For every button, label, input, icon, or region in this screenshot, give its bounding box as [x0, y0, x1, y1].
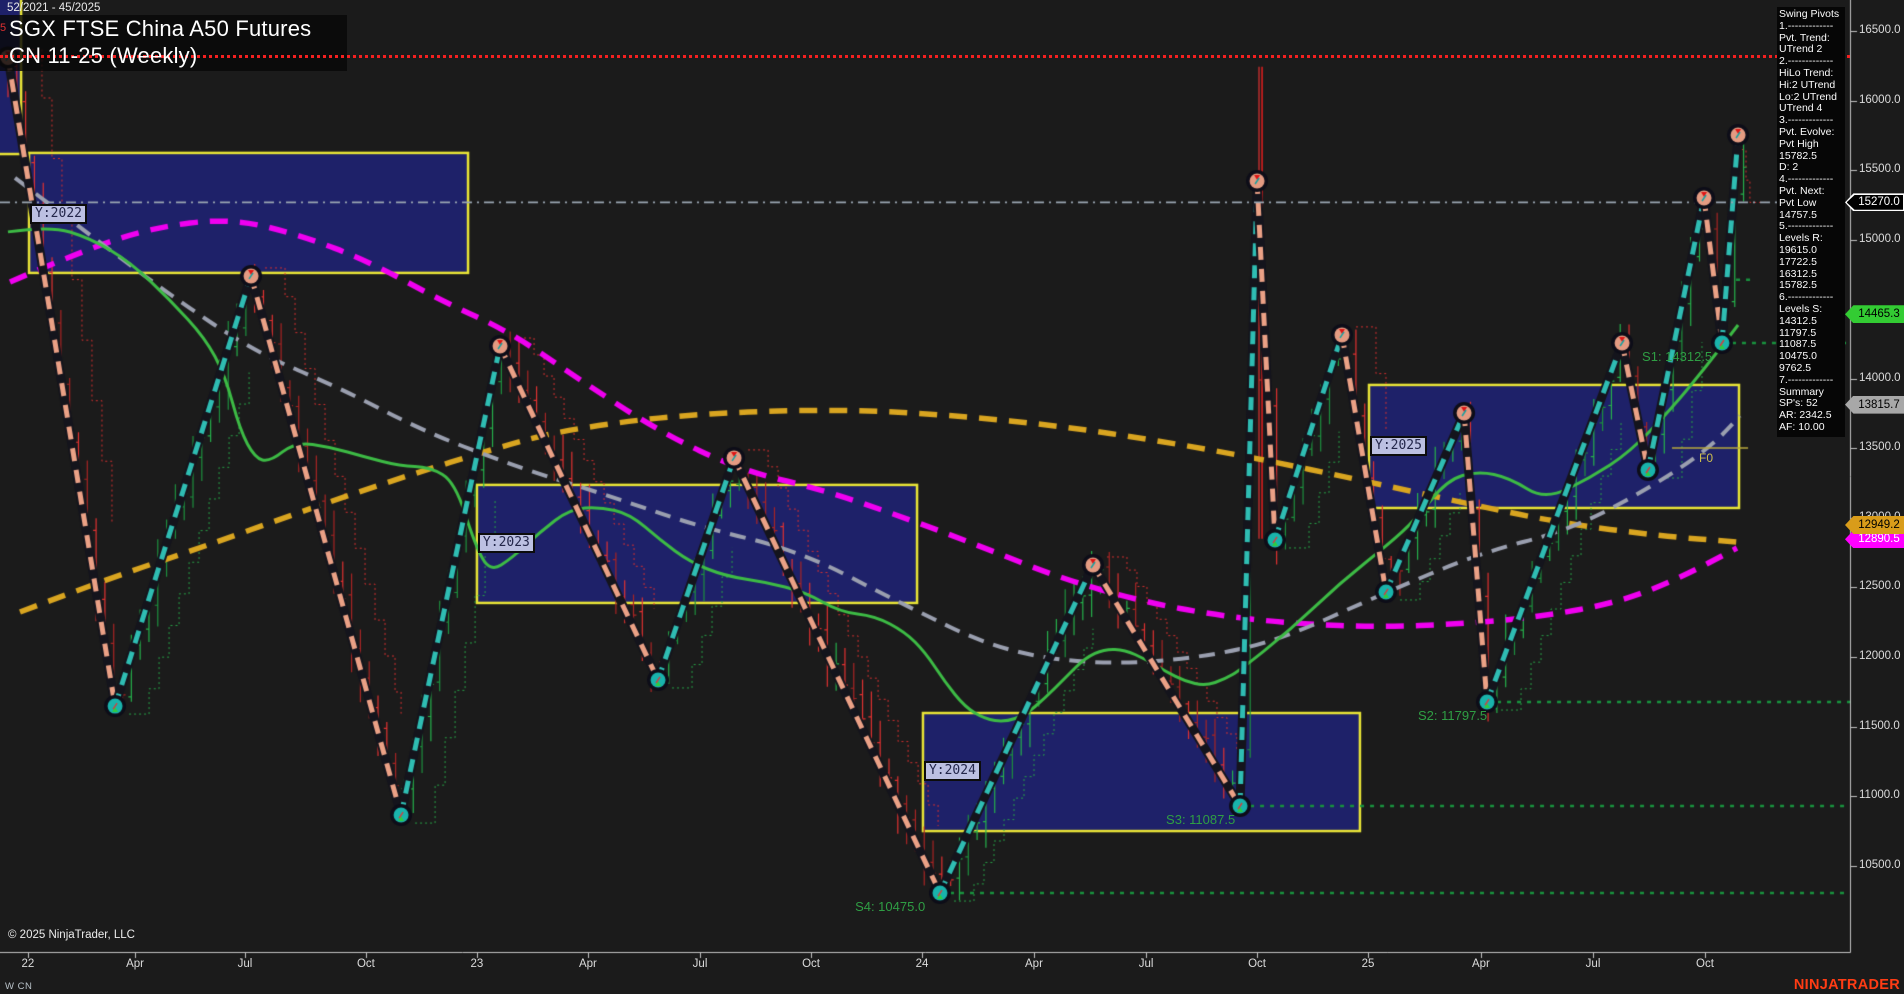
price-chart-canvas[interactable] — [0, 0, 1904, 994]
price-axis-tick: 15500.0 — [1859, 163, 1901, 176]
price-marker: 12949.2 — [1845, 516, 1904, 535]
swing-pivots-panel-line: HiLo Trend: — [1779, 66, 1834, 79]
price-axis-tick: 11000.0 — [1859, 789, 1900, 802]
swing-pivots-panel-line: 7.------------- — [1779, 373, 1834, 386]
visible-range-label: 52/2021 - 45/2025 — [7, 2, 101, 14]
time-axis-tick: Jul — [237, 958, 253, 970]
time-axis-tick: Oct — [356, 958, 375, 970]
swing-pivots-panel-line: 17722.5 — [1779, 255, 1817, 268]
price-marker: 14465.3 — [1845, 305, 1904, 324]
price-marker-value: 14465.3 — [1858, 308, 1900, 321]
time-axis-tick: Jul — [1138, 958, 1154, 970]
swing-pivots-panel-line: AF: 10.00 — [1779, 420, 1825, 433]
support-level-label: S2: 11797.5 — [1418, 708, 1488, 724]
swing-pivots-panel-line: 19615.0 — [1779, 243, 1817, 256]
time-axis-tick: 22 — [21, 958, 35, 970]
price-axis-tick: 14000.0 — [1859, 371, 1901, 384]
price-marker-value: 13815.7 — [1858, 398, 1900, 411]
price-axis-tick: 16500.0 — [1859, 24, 1901, 37]
year-box-label: Y:2023 — [477, 533, 535, 553]
price-axis-tick: 13500.0 — [1859, 441, 1901, 454]
price-axis-tick: 12000.0 — [1859, 650, 1901, 662]
year-box-label: Y:2022 — [30, 203, 87, 224]
swing-pivots-panel-line: Levels S: — [1779, 302, 1823, 315]
chart-window: 52/2021 - 45/2025 SGX FTSE China A50 Fut… — [0, 0, 1904, 994]
swing-pivots-panel-line: Pvt Low — [1779, 196, 1817, 209]
support-level-label: S4: 10475.0 — [855, 899, 926, 915]
price-marker-value: 12949.2 — [1858, 519, 1900, 532]
price-axis-tick: 12500.0 — [1859, 580, 1901, 593]
year-box-label: Y:2025 — [1370, 435, 1427, 456]
price-axis-tick: 16000.0 — [1859, 93, 1901, 106]
price-axis-tick: 11500.0 — [1859, 719, 1900, 732]
support-level-label: S1: 14312.5 — [1642, 348, 1713, 364]
contract-subtitle: CN 11-25 (Weekly) — [9, 43, 198, 68]
left-edge-clipped-text: 5 — [0, 22, 7, 34]
time-axis-tick: Apr — [1471, 958, 1490, 970]
price-axis-tick: 15000.0 — [1859, 232, 1901, 245]
price-marker: 15270.0 — [1845, 193, 1904, 212]
instrument-title: SGX FTSE China A50 Futures — [9, 16, 312, 41]
time-axis-tick: Oct — [1248, 958, 1267, 970]
fib-f0-label: F0 — [1699, 450, 1714, 465]
swing-pivots-panel-line: 1.------------- — [1779, 19, 1834, 32]
swing-pivots-panel: Swing Pivots 1.------------- Pvt. Trend: UT… — [1777, 7, 1845, 437]
resistance-dotted-line — [0, 55, 1850, 58]
swing-pivots-panel-line: Hi:2 UTrend — [1779, 78, 1836, 91]
time-axis-tick: Apr — [578, 958, 597, 970]
swing-pivots-panel-line: Pvt High — [1779, 137, 1819, 150]
time-axis-tick: Oct — [802, 958, 820, 970]
time-axis-tick: Oct — [1696, 958, 1714, 970]
price-axis-tick: 10500.0 — [1859, 858, 1901, 871]
swing-pivots-panel-line: Pvt. Evolve: — [1779, 125, 1835, 138]
copyright-text: © 2025 NinjaTrader, LLC — [8, 929, 135, 941]
swing-pivots-panel-line: Pvt. Next: — [1779, 184, 1825, 197]
year-box-label: Y:2024 — [923, 760, 981, 781]
swing-pivots-panel-line: 14312.5 — [1779, 314, 1817, 327]
time-axis-tick: Apr — [126, 958, 144, 970]
price-marker: 13815.7 — [1845, 395, 1904, 414]
time-axis-tick: Jul — [692, 958, 708, 970]
time-axis-tick: 23 — [470, 958, 484, 970]
ninjatrader-logo: NINJATRADER — [1793, 977, 1900, 993]
time-axis-tick: 24 — [915, 958, 929, 970]
series-tag: W CN — [5, 981, 33, 992]
swing-pivots-panel-line: 9762.5 — [1779, 361, 1812, 374]
time-axis-tick: Apr — [1025, 958, 1043, 970]
time-axis-tick: Jul — [1585, 958, 1601, 970]
time-axis-tick: 25 — [1361, 958, 1375, 970]
support-level-label: S3: 11087.5 — [1166, 812, 1236, 828]
price-marker-value: 15270.0 — [1858, 196, 1900, 209]
